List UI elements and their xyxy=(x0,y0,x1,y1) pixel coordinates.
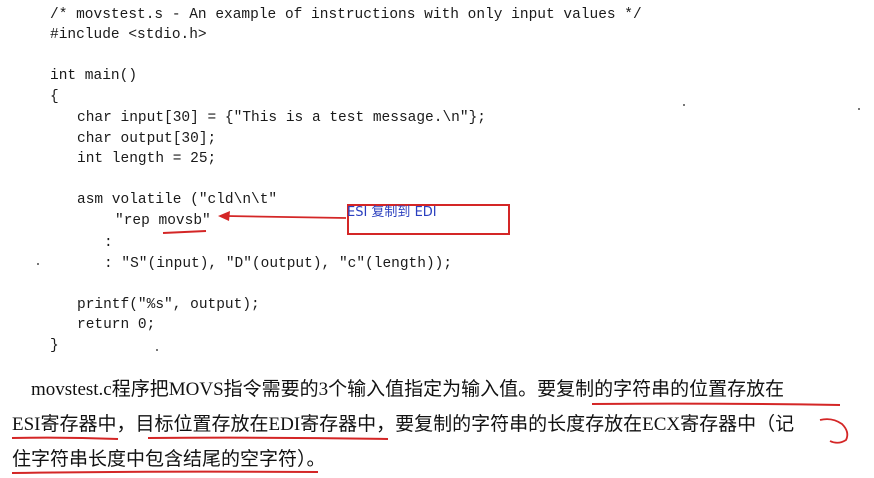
code-line-return: return 0; xyxy=(77,317,156,333)
code-line-input-decl: char input[30] = {"This is a test messag… xyxy=(77,110,486,126)
code-line-main: int main() xyxy=(50,68,138,84)
code-line-asm: asm volatile ("cld\n\t" xyxy=(77,192,278,208)
scan-speck xyxy=(156,349,158,351)
code-line-comment: /* movstest.s - An example of instructio… xyxy=(50,7,642,23)
paragraph-line-3: 住字符串长度中包含结尾的空字符）。 xyxy=(12,449,326,470)
code-line-include: #include <stdio.h> xyxy=(50,27,207,43)
code-line-colon: : xyxy=(104,235,113,251)
scan-speck xyxy=(858,108,860,110)
code-line-rep-movsb: "rep movsb" xyxy=(115,213,211,229)
paragraph-line-1: movstest.c程序把MOVS指令需要的3个输入值指定为输入值。要复制的字符… xyxy=(12,379,785,400)
code-line-constraints: : "S"(input), "D"(output), "c"(length)); xyxy=(104,256,453,272)
annotation-label: ESI 复制到 EDI xyxy=(347,205,437,220)
code-line-open-brace: { xyxy=(50,89,59,105)
bracket-annotation xyxy=(819,418,849,444)
code-line-printf: printf("%s", output); xyxy=(77,297,260,313)
paragraph-line-2: ESI寄存器中，目标位置存放在EDI寄存器中，要复制的字符串的长度存放在ECX寄… xyxy=(12,414,795,435)
scan-speck xyxy=(37,263,39,265)
code-line-length-decl: int length = 25; xyxy=(77,151,217,167)
code-listing: /* movstest.s - An example of instructio… xyxy=(0,0,874,360)
scan-speck xyxy=(683,104,685,106)
code-line-output-decl: char output[30]; xyxy=(77,131,217,147)
code-line-close-brace: } xyxy=(50,338,59,354)
